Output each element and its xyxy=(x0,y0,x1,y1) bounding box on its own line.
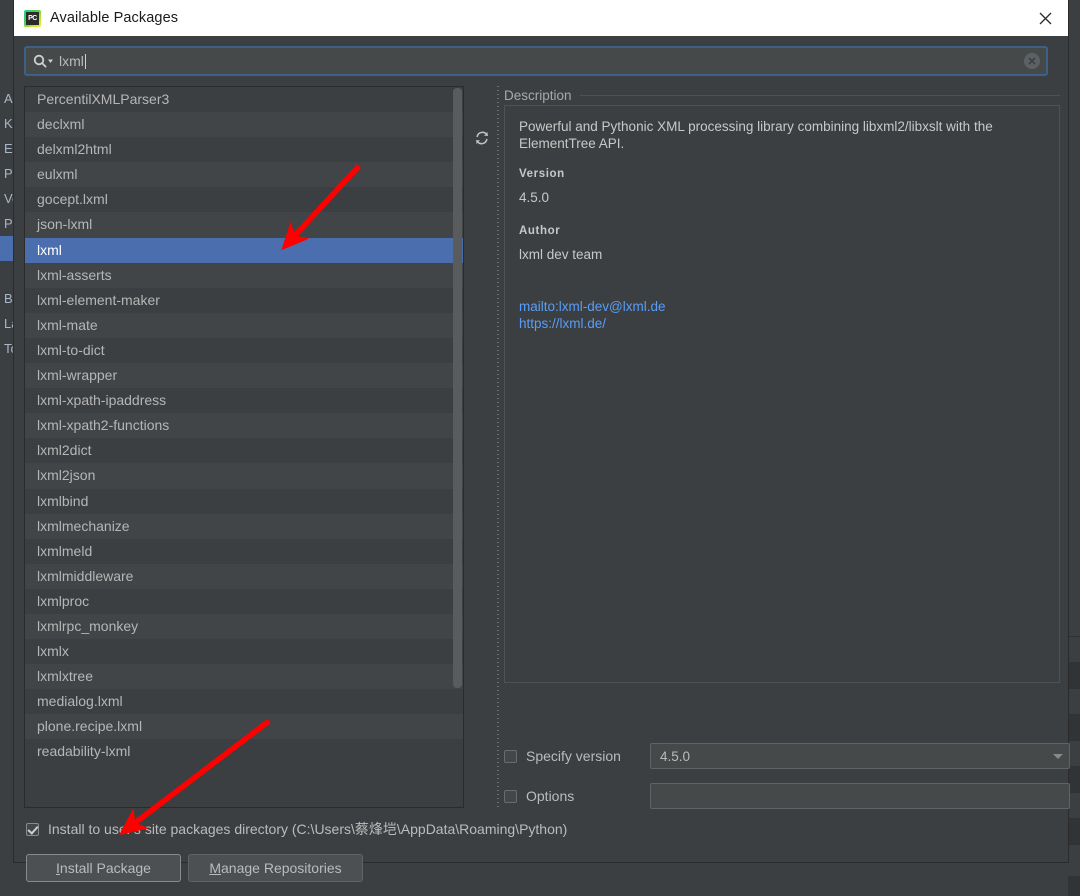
package-row[interactable]: gocept.lxml xyxy=(25,187,463,212)
package-row[interactable]: lxmlmechanize xyxy=(25,514,463,539)
refresh-icon[interactable] xyxy=(470,126,494,150)
description-legend: Description xyxy=(504,86,1070,104)
dialog-titlebar: Available Packages xyxy=(14,0,1068,36)
package-row[interactable]: lxml-to-dict xyxy=(25,338,463,363)
specify-version-row: Specify version xyxy=(504,743,621,769)
package-row[interactable]: lxml2json xyxy=(25,463,463,488)
package-row[interactable]: lxmlmeld xyxy=(25,539,463,564)
package-row[interactable]: lxmlxtree xyxy=(25,664,463,689)
panel-splitter[interactable] xyxy=(495,86,501,808)
specify-version-label: Specify version xyxy=(526,748,621,764)
manage-repositories-button[interactable]: Manage Repositories xyxy=(188,854,363,882)
package-row[interactable]: lxml-wrapper xyxy=(25,363,463,388)
description-links: mailto:lxml-dev@lxml.de https://lxml.de/ xyxy=(519,298,1045,332)
description-legend-label: Description xyxy=(504,88,580,103)
package-row[interactable]: lxmlbind xyxy=(25,489,463,514)
package-row[interactable]: lxmlmiddleware xyxy=(25,564,463,589)
close-icon[interactable] xyxy=(1022,0,1068,36)
install-rest: nstall Package xyxy=(60,860,151,876)
package-row[interactable]: readability-lxml xyxy=(25,739,463,764)
package-row[interactable]: eulxml xyxy=(25,162,463,187)
packages-list-scrollbar[interactable] xyxy=(453,88,462,688)
description-group: Description Powerful and Pythonic XML pr… xyxy=(504,86,1070,738)
user-site-checkbox[interactable] xyxy=(26,823,39,836)
package-row[interactable]: lxml-mate xyxy=(25,313,463,338)
package-row[interactable]: declxml xyxy=(25,112,463,137)
package-row[interactable]: lxmlrpc_monkey xyxy=(25,614,463,639)
package-row[interactable]: plone.recipe.lxml xyxy=(25,714,463,739)
user-site-row[interactable]: Install to user's site packages director… xyxy=(26,819,567,839)
package-row[interactable]: delxml2html xyxy=(25,137,463,162)
search-icon[interactable] xyxy=(33,54,55,68)
user-site-label: Install to user's site packages director… xyxy=(48,819,567,839)
install-package-button[interactable]: Install Package xyxy=(26,854,181,882)
manage-rest: anage Repositories xyxy=(221,860,342,876)
dialog-title: Available Packages xyxy=(50,10,178,26)
install-package-label: Install Package xyxy=(56,860,151,876)
packages-list-rows[interactable]: PercentilXMLParser3declxmldelxml2htmleul… xyxy=(25,87,463,807)
chevron-down-icon xyxy=(1053,754,1063,759)
specify-version-checkbox[interactable] xyxy=(504,750,517,763)
package-row[interactable]: lxml-asserts xyxy=(25,263,463,288)
mailto-link[interactable]: mailto:lxml-dev@lxml.de xyxy=(519,298,1045,315)
package-row-selected[interactable]: lxml xyxy=(25,238,463,263)
package-row[interactable]: lxml-xpath-ipaddress xyxy=(25,388,463,413)
search-value-text: lxml xyxy=(59,53,84,69)
package-row[interactable]: lxmlx xyxy=(25,639,463,664)
description-version-value: 4.5.0 xyxy=(519,190,1045,205)
version-select-value: 4.5.0 xyxy=(660,749,1053,764)
options-row: Options xyxy=(504,783,574,809)
package-row[interactable]: lxml2dict xyxy=(25,438,463,463)
package-row[interactable]: medialog.lxml xyxy=(25,689,463,714)
package-row[interactable]: json-lxml xyxy=(25,212,463,237)
package-row[interactable]: lxml-element-maker xyxy=(25,288,463,313)
description-content: Powerful and Pythonic XML processing lib… xyxy=(504,105,1060,683)
description-summary: Powerful and Pythonic XML processing lib… xyxy=(519,118,1009,152)
package-row[interactable]: lxml-xpath2-functions xyxy=(25,413,463,438)
available-packages-dialog: Available Packages lxml xyxy=(14,0,1068,862)
options-label: Options xyxy=(526,788,574,804)
options-input[interactable] xyxy=(650,783,1070,809)
pycharm-icon xyxy=(24,10,41,27)
text-caret xyxy=(85,54,86,69)
homepage-link[interactable]: https://lxml.de/ xyxy=(519,315,1045,332)
packages-list[interactable]: PercentilXMLParser3declxmldelxml2htmleul… xyxy=(24,86,464,808)
description-version-heading: Version xyxy=(519,168,1045,180)
backdrop-row xyxy=(1068,818,1080,844)
description-author-heading: Author xyxy=(519,225,1045,237)
clear-circle-icon[interactable] xyxy=(1024,53,1040,69)
package-row[interactable]: PercentilXMLParser3 xyxy=(25,87,463,112)
search-text[interactable]: lxml xyxy=(59,53,1024,69)
manage-repositories-label: Manage Repositories xyxy=(209,860,341,876)
legend-divider xyxy=(580,95,1060,96)
version-select[interactable]: 4.5.0 xyxy=(650,743,1070,769)
options-checkbox[interactable] xyxy=(504,790,517,803)
dialog-body: lxml PercentilXMLParser3declxmldelxml2ht… xyxy=(14,36,1068,862)
description-author-value: lxml dev team xyxy=(519,247,1045,262)
search-input[interactable]: lxml xyxy=(24,46,1048,76)
manage-mnemonic: M xyxy=(209,860,221,876)
package-row[interactable]: lxmlproc xyxy=(25,589,463,614)
